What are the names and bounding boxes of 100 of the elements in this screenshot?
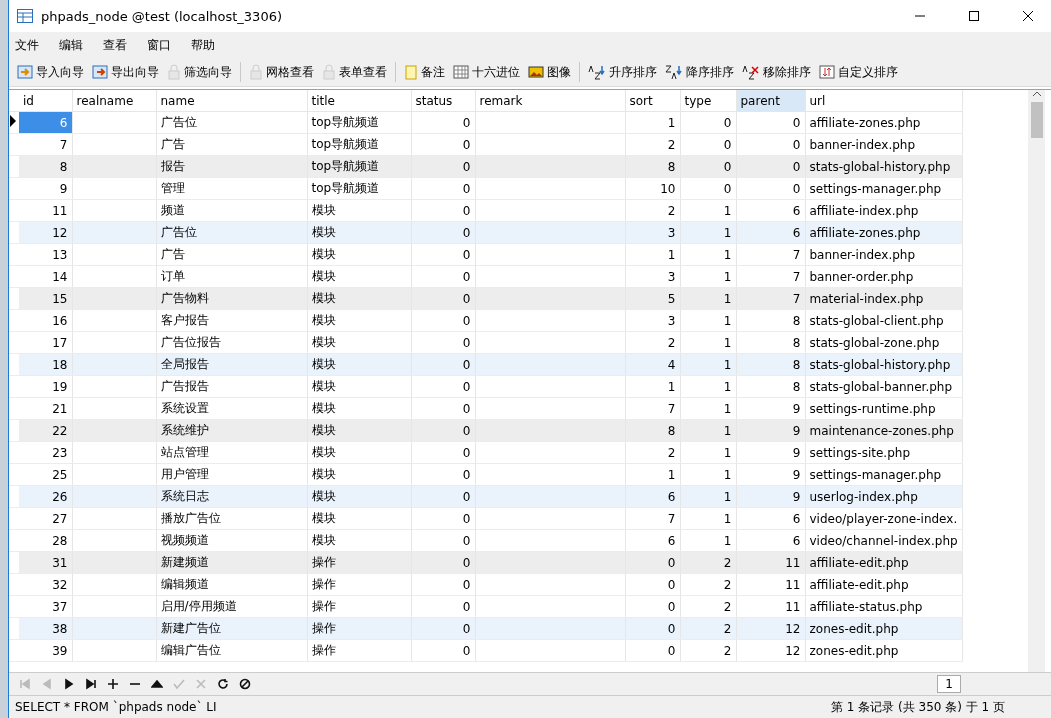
table-cell: 1 xyxy=(680,199,736,222)
toolbar-button[interactable]: 升序排序 xyxy=(584,61,661,83)
table-cell: 8 xyxy=(19,155,72,178)
table-cell: 0 xyxy=(411,595,475,618)
table-cell: 9 xyxy=(736,463,805,486)
menu-item[interactable]: 窗口 xyxy=(145,34,185,56)
table-row[interactable]: 7 广告 top导航频道 0 2 0 0 banner-index.php xyxy=(9,133,963,156)
table-row[interactable]: 23 站点管理 模块 0 2 1 9 settings-site.php xyxy=(9,441,963,464)
table-row[interactable]: 25 用户管理 模块 0 1 1 9 settings-manager.php xyxy=(9,463,963,486)
custom-sort-icon xyxy=(819,64,835,80)
scroll-up-icon[interactable] xyxy=(1031,90,1042,98)
menu-item[interactable]: 文件 xyxy=(13,34,53,56)
table-cell: 模块 xyxy=(307,485,411,508)
table-cell: 12 xyxy=(736,617,805,640)
table-cell: 系统日志 xyxy=(156,485,307,508)
sort-icon xyxy=(588,64,606,80)
column-header[interactable]: remark xyxy=(475,90,625,112)
table-row[interactable]: 6 广告位 top导航频道 0 1 0 0 affiliate-zones.php xyxy=(9,111,963,134)
table-row[interactable]: 31 新建频道 操作 0 0 2 11 affiliate-edit.php xyxy=(9,551,963,574)
column-header[interactable]: name xyxy=(156,90,307,112)
menu-item[interactable]: 查看 xyxy=(101,34,141,56)
table-cell: stats-global-banner.php xyxy=(805,375,963,398)
table-row[interactable]: 15 广告物料 模块 0 5 1 7 material-index.php xyxy=(9,287,963,310)
table-row[interactable]: 32 编辑频道 操作 0 0 2 11 affiliate-edit.php xyxy=(9,573,963,596)
toolbar-button[interactable]: 移除排序 xyxy=(738,61,815,83)
toolbar-button[interactable]: 十六进位 xyxy=(449,61,524,83)
table-cell: 0 xyxy=(680,177,736,200)
table-cell: 7 xyxy=(736,265,805,288)
table-cell: 6 xyxy=(736,221,805,244)
table-row[interactable]: 8 报告 top导航频道 0 8 0 0 stats-global-history.php xyxy=(9,155,963,178)
table-row[interactable]: 27 播放广告位 模块 0 7 1 6 video/player-zone-index. xyxy=(9,507,963,530)
table-cell: 15 xyxy=(19,287,72,310)
table-row[interactable]: 9 管理 top导航频道 0 10 0 0 settings-manager.php xyxy=(9,177,963,200)
table-row[interactable]: 12 广告位 模块 0 3 1 6 affiliate-zones.php xyxy=(9,221,963,244)
table-cell: 22 xyxy=(19,419,72,442)
table-row[interactable]: 19 广告报告 模块 0 1 1 8 stats-global-banner.php xyxy=(9,375,963,398)
column-header[interactable]: parent xyxy=(736,90,805,112)
table-row[interactable]: 21 系统设置 模块 0 7 1 9 settings-runtime.php xyxy=(9,397,963,420)
column-header[interactable]: sort xyxy=(625,90,680,112)
table-cell: 0 xyxy=(680,111,736,134)
table-cell: 1 xyxy=(680,529,736,552)
table-row[interactable]: 37 启用/停用频道 操作 0 0 2 11 affiliate-status.php xyxy=(9,595,963,618)
toolbar-button[interactable]: 导出向导 xyxy=(88,61,163,83)
table-row[interactable]: 28 视频频道 模块 0 6 1 6 video/channel-index.php xyxy=(9,529,963,552)
table-row[interactable]: 14 订单 模块 0 3 1 7 banner-order.php xyxy=(9,265,963,288)
table-cell: 全局报告 xyxy=(156,353,307,376)
column-header[interactable]: type xyxy=(680,90,736,112)
scrollbar[interactable] xyxy=(1028,90,1045,672)
table-cell: 6 xyxy=(625,529,680,552)
column-header[interactable]: id xyxy=(19,90,72,112)
page-field[interactable]: 1 xyxy=(937,675,961,693)
table-cell: 1 xyxy=(680,243,736,266)
table-cell: banner-index.php xyxy=(805,133,963,156)
column-header[interactable]: status xyxy=(411,90,475,112)
table-cell: 操作 xyxy=(307,573,411,596)
table-cell: stats-global-client.php xyxy=(805,309,963,332)
table-row[interactable]: 22 系统维护 模块 0 8 1 9 maintenance-zones.php xyxy=(9,419,963,442)
table-cell: 9 xyxy=(736,441,805,464)
toolbar-button[interactable]: 降序排序 xyxy=(661,61,738,83)
table-row[interactable]: 13 广告 模块 0 1 1 7 banner-index.php xyxy=(9,243,963,266)
first-icon xyxy=(19,678,31,690)
table-row[interactable]: 18 全局报告 模块 0 4 1 8 stats-global-history.php xyxy=(9,353,963,376)
table-row[interactable]: 38 新建广告位 操作 0 0 2 12 zones-edit.php xyxy=(9,617,963,640)
table-cell: 6 xyxy=(736,507,805,530)
sql-text: SELECT * FROM `phpads node` LI xyxy=(15,700,217,714)
table-cell: 1 xyxy=(680,287,736,310)
menu-item[interactable]: 编辑 xyxy=(57,34,97,56)
menu-item[interactable]: 帮助 xyxy=(189,34,229,56)
toolbar-button[interactable]: 备注 xyxy=(400,61,449,83)
table-cell: 9 xyxy=(736,419,805,442)
table-cell: affiliate-edit.php xyxy=(805,551,963,574)
column-header[interactable]: realname xyxy=(72,90,156,112)
table-cell: 0 xyxy=(411,551,475,574)
table-cell: 0 xyxy=(411,529,475,552)
table-cell: banner-index.php xyxy=(805,243,963,266)
table-row[interactable]: 26 系统日志 模块 0 6 1 9 userlog-index.php xyxy=(9,485,963,508)
table-cell: 系统维护 xyxy=(156,419,307,442)
table-cell: 0 xyxy=(411,353,475,376)
scrollbar-thumb[interactable] xyxy=(1030,102,1043,138)
column-header[interactable]: title xyxy=(307,90,411,112)
table-row[interactable]: 11 频道 模块 0 2 1 6 affiliate-index.php xyxy=(9,199,963,222)
table-cell: 广告报告 xyxy=(156,375,307,398)
table-row[interactable]: 39 编辑广告位 操作 0 0 2 12 zones-edit.php xyxy=(9,639,963,662)
table-cell: 操作 xyxy=(307,639,411,662)
table-cell: 7 xyxy=(736,287,805,310)
sort-icon xyxy=(665,64,683,80)
table-cell: 6 xyxy=(736,529,805,552)
table-cell: 13 xyxy=(19,243,72,266)
toolbar-button[interactable]: 图像 xyxy=(524,61,575,83)
table-cell: 模块 xyxy=(307,287,411,310)
table-cell: 25 xyxy=(19,463,72,486)
table-cell: 0 xyxy=(411,397,475,420)
table-cell: 7 xyxy=(736,243,805,266)
toolbar-button[interactable]: 自定义排序 xyxy=(815,61,902,83)
table-row[interactable]: 16 客户报告 模块 0 3 1 8 stats-global-client.php xyxy=(9,309,963,332)
table-cell: 1 xyxy=(680,353,736,376)
table-row[interactable]: 17 广告位报告 模块 0 2 1 8 stats-global-zone.php xyxy=(9,331,963,354)
column-header[interactable]: url xyxy=(805,90,963,112)
toolbar-button[interactable]: 导入向导 xyxy=(13,61,88,83)
note-icon xyxy=(404,64,418,80)
